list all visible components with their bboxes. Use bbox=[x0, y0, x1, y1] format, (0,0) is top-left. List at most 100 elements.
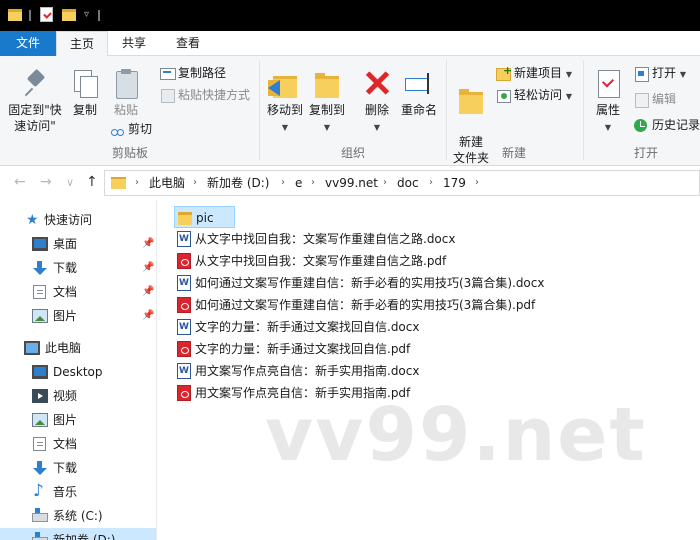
file-name: 如何通过文案写作重建自信：新手必看的实用技巧(3篇合集).docx bbox=[195, 276, 545, 290]
breadcrumb-item[interactable]: e bbox=[295, 171, 302, 195]
rename-button[interactable]: 重命名 bbox=[398, 68, 440, 118]
move-to-button[interactable]: 移动到 ▼ bbox=[264, 68, 306, 136]
breadcrumb-item[interactable]: 新加卷 (D:) bbox=[207, 171, 269, 195]
folder-icon[interactable] bbox=[8, 9, 22, 21]
copy-path-button[interactable]: 复制路径 bbox=[160, 64, 226, 82]
ribbon: 固定到"快 速访问" 复制 粘贴 复制路径 粘贴快捷方式 剪切 剪贴板 移动到 ▼ … bbox=[0, 56, 700, 166]
back-arrow-icon[interactable]: ← bbox=[14, 174, 26, 190]
paste-shortcut-button[interactable]: 粘贴快捷方式 bbox=[160, 86, 250, 104]
paste-shortcut-icon bbox=[160, 88, 175, 103]
sidebar-item-downloads[interactable]: 下载 📌 bbox=[0, 256, 156, 280]
separator bbox=[98, 10, 100, 21]
new-folder-button[interactable]: 新建 文件夹 bbox=[450, 68, 492, 166]
word-document-icon bbox=[177, 275, 191, 291]
watermark: vv99.net bbox=[265, 392, 647, 478]
sidebar-item-desktop-pc[interactable]: Desktop bbox=[0, 360, 156, 384]
sidebar-item-documents[interactable]: 文档 📌 bbox=[0, 280, 156, 304]
breadcrumb-item[interactable]: 179 bbox=[443, 171, 466, 195]
sidebar-item-drive-d[interactable]: 新加卷 (D:) bbox=[0, 528, 156, 540]
new-group-label: 新建 bbox=[501, 146, 526, 160]
sidebar-item-videos[interactable]: 视频 bbox=[0, 384, 156, 408]
dropdown-arrow-icon: ▼ bbox=[565, 92, 572, 101]
new-item-icon bbox=[496, 62, 512, 81]
sidebar-item-label: 桌面 bbox=[53, 237, 78, 251]
rename-icon bbox=[404, 68, 434, 98]
tab-file[interactable]: 文件 bbox=[0, 31, 56, 56]
file-name: 文字的力量：新手通过文案找回自信.pdf bbox=[195, 342, 411, 356]
cut-button[interactable]: 剪切 bbox=[110, 120, 152, 138]
copy-icon bbox=[70, 68, 100, 98]
pin-icon: 📌 bbox=[142, 310, 155, 321]
list-item[interactable]: 文字的力量：新手通过文案找回自信.pdf bbox=[174, 338, 474, 360]
pdf-icon bbox=[177, 385, 191, 401]
list-item[interactable]: pic bbox=[174, 206, 235, 228]
tab-home[interactable]: 主页 bbox=[56, 31, 108, 57]
list-item[interactable]: 如何通过文案写作重建自信：新手必看的实用技巧(3篇合集).docx bbox=[174, 272, 574, 294]
documents-icon bbox=[33, 437, 46, 451]
tab-share[interactable]: 共享 bbox=[108, 31, 160, 56]
sidebar-item-pictures[interactable]: 图片 📌 bbox=[0, 304, 156, 328]
sidebar-item-this-pc[interactable]: 此电脑 bbox=[0, 336, 156, 360]
ribbon-tabs: 文件 主页 共享 查看 bbox=[0, 31, 700, 57]
open-icon bbox=[634, 66, 649, 82]
list-item[interactable]: 文字的力量：新手通过文案找回自信.docx bbox=[174, 316, 474, 338]
group-separator bbox=[583, 60, 584, 160]
properties-icon bbox=[593, 68, 623, 98]
list-item[interactable]: 如何通过文案写作重建自信：新手必看的实用技巧(3篇合集).pdf bbox=[174, 294, 574, 316]
documents-icon bbox=[33, 285, 46, 299]
pin-to-quick-access-button[interactable]: 固定到"快 速访问" bbox=[4, 68, 66, 134]
move-to-label: 移动到 bbox=[266, 103, 303, 117]
edit-button[interactable]: 编辑 bbox=[634, 90, 676, 108]
properties-button[interactable]: 属性 ▼ bbox=[588, 68, 628, 136]
chevron-right-icon: › bbox=[135, 177, 139, 188]
list-item[interactable]: 从文字中找回自我：文案写作重建自信之路.docx bbox=[174, 228, 474, 250]
copy-label: 复制 bbox=[72, 103, 97, 117]
easy-access-button[interactable]: 轻松访问 ▼ bbox=[496, 86, 572, 104]
chevron-right-icon: › bbox=[193, 177, 197, 188]
properties-icon[interactable] bbox=[40, 7, 53, 22]
new-folder-icon[interactable] bbox=[62, 9, 76, 21]
sidebar-item-desktop[interactable]: 桌面 📌 bbox=[0, 232, 156, 256]
chevron-right-icon: › bbox=[429, 177, 433, 188]
organize-group-label: 组织 bbox=[340, 146, 365, 160]
tab-view[interactable]: 查看 bbox=[160, 31, 216, 56]
move-to-icon bbox=[268, 68, 300, 98]
clipboard-group-label: 剪贴板 bbox=[111, 146, 148, 160]
sidebar-item-documents-pc[interactable]: 文档 bbox=[0, 432, 156, 456]
paste-button[interactable]: 粘贴 bbox=[106, 68, 146, 118]
sidebar-item-label: 系统 (C:) bbox=[53, 509, 103, 523]
copy-to-label: 复制到 bbox=[308, 103, 345, 117]
delete-button[interactable]: 删除 ▼ bbox=[358, 68, 396, 136]
breadcrumb-item[interactable]: 此电脑 bbox=[149, 171, 185, 195]
group-separator bbox=[259, 60, 260, 160]
sidebar-item-downloads-pc[interactable]: 下载 bbox=[0, 456, 156, 480]
new-item-button[interactable]: 新建项目 ▼ bbox=[496, 62, 572, 82]
video-icon bbox=[32, 389, 48, 403]
sidebar-item-label: 新加卷 (D:) bbox=[53, 533, 116, 540]
forward-arrow-icon[interactable]: → bbox=[40, 174, 52, 190]
copy-to-button[interactable]: 复制到 ▼ bbox=[306, 68, 348, 136]
edit-icon bbox=[634, 92, 649, 108]
sidebar-item-music[interactable]: 音乐 bbox=[0, 479, 156, 504]
breadcrumb-item[interactable]: vv99.net bbox=[325, 171, 378, 195]
star-icon bbox=[26, 208, 42, 232]
sidebar-item-drive-c[interactable]: 系统 (C:) bbox=[0, 504, 156, 528]
copy-path-icon bbox=[160, 66, 176, 80]
title-bar: ▿ bbox=[0, 0, 700, 31]
recent-locations-icon[interactable]: ∨ bbox=[66, 176, 74, 189]
pdf-icon bbox=[177, 297, 191, 313]
sidebar-item-label: 快速访问 bbox=[44, 213, 93, 227]
drive-icon bbox=[32, 508, 48, 522]
breadcrumb-item[interactable]: doc bbox=[397, 171, 419, 195]
file-name: 如何通过文案写作重建自信：新手必看的实用技巧(3篇合集).pdf bbox=[195, 298, 536, 312]
up-arrow-icon[interactable]: ↑ bbox=[86, 174, 98, 190]
copy-button[interactable]: 复制 bbox=[66, 68, 104, 118]
list-item[interactable]: 用文案写作点亮自信：新手实用指南.docx bbox=[174, 360, 474, 382]
address-bar[interactable]: › 此电脑 › 新加卷 (D:) › e › vv99.net › doc › … bbox=[104, 170, 700, 196]
open-button[interactable]: 打开 ▼ bbox=[634, 64, 686, 82]
sidebar-item-quick-access[interactable]: 快速访问 bbox=[0, 208, 156, 232]
sidebar-item-pictures-pc[interactable]: 图片 bbox=[0, 408, 156, 432]
customize-toolbar-icon[interactable]: ▿ bbox=[84, 9, 89, 25]
history-button[interactable]: 历史记录 bbox=[634, 116, 700, 134]
list-item[interactable]: 从文字中找回自我：文案写作重建自信之路.pdf bbox=[174, 250, 474, 272]
